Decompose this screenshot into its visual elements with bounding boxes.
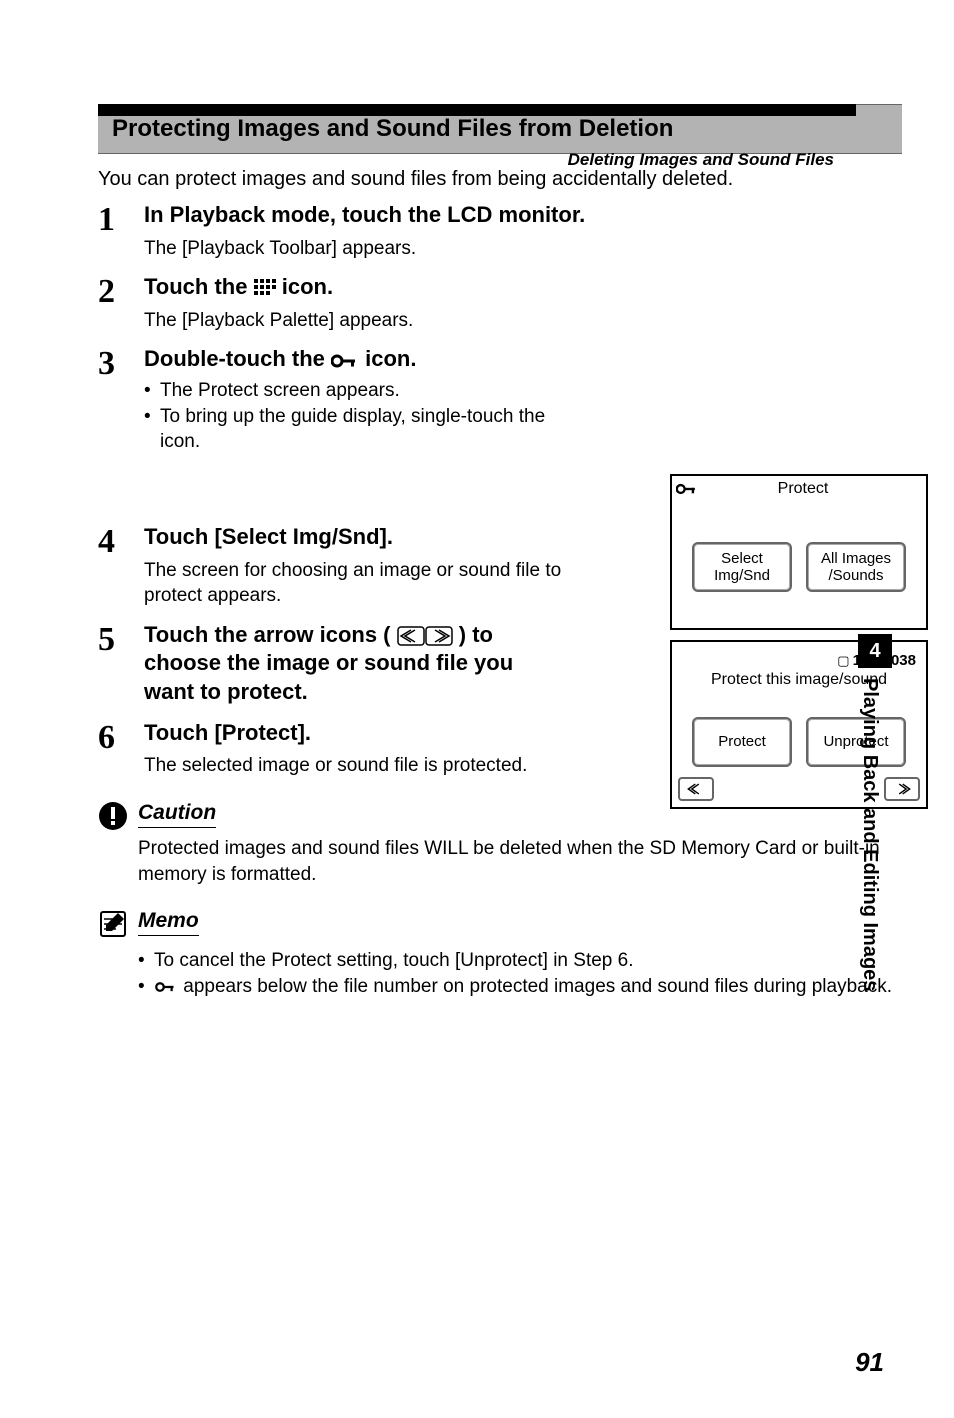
- step-number: 6: [98, 719, 144, 755]
- step-head-text: icon.: [365, 346, 416, 371]
- caution-body: Protected images and sound files WILL be…: [138, 836, 902, 887]
- breadcrumb: Deleting Images and Sound Files: [568, 150, 834, 170]
- step-head-text: icon.: [282, 274, 333, 299]
- step-number: 5: [98, 621, 144, 657]
- step-desc: The [Playback Toolbar] appears.: [144, 236, 902, 262]
- step-1: 1 In Playback mode, touch the LCD monito…: [98, 201, 902, 261]
- step-number: 4: [98, 523, 144, 559]
- select-img-snd-button[interactable]: Select Img/Snd: [692, 542, 792, 592]
- button-label: Select: [721, 550, 763, 567]
- step-bullet: The Protect screen appears.: [144, 378, 584, 404]
- arrow-right-button-icon: [425, 626, 453, 646]
- chapter-title: Playing Back and Editing Images: [858, 678, 881, 1118]
- chevron-right-double-icon: [891, 782, 913, 796]
- step-head-text: Double-touch the: [144, 346, 331, 371]
- protect-key-icon: [676, 482, 698, 496]
- memo-bullet: appears below the file number on protect…: [138, 974, 902, 1000]
- button-label: Img/Snd: [714, 567, 770, 584]
- protect-button[interactable]: Protect: [692, 717, 792, 767]
- step-head-text: Touch the: [144, 274, 254, 299]
- protect-screen-illustration: Protect Select Img/Snd All Images /Sound…: [670, 474, 928, 630]
- memo-block: Memo To cancel the Protect setting, touc…: [98, 909, 902, 999]
- arrow-left-button-icon: [397, 626, 425, 646]
- memo-bullet-text: appears below the file number on protect…: [178, 976, 892, 997]
- step-heading: Touch the arrow icons ( ) to choose the …: [144, 621, 564, 707]
- palette-grid-icon: [254, 279, 276, 297]
- chevron-left-double-icon: [685, 782, 707, 796]
- step-2: 2 Touch the icon. The [Playback Palette]…: [98, 273, 902, 333]
- step-number: 3: [98, 345, 144, 381]
- memo-bullet: To cancel the Protect setting, touch [Un…: [138, 948, 902, 974]
- screen-title: Protect: [704, 480, 922, 498]
- step-number: 2: [98, 273, 144, 309]
- step-heading: Touch the icon.: [144, 273, 902, 302]
- protect-key-icon: [154, 981, 178, 993]
- step-heading: Double-touch the icon.: [144, 345, 584, 374]
- memo-icon: [98, 909, 128, 939]
- protect-key-icon: [331, 353, 359, 369]
- button-label: /Sounds: [828, 567, 883, 584]
- step-heading: Touch [Select Img/Snd].: [144, 523, 584, 552]
- step-heading: In Playback mode, touch the LCD monitor.: [144, 201, 902, 230]
- step-3: 3 Double-touch the icon. The Protect scr…: [98, 345, 902, 455]
- step-desc: The screen for choosing an image or soun…: [144, 558, 584, 609]
- page-number: 91: [855, 1347, 884, 1378]
- step-desc: The [Playback Palette] appears.: [144, 308, 902, 334]
- chapter-side-tab: 4 Playing Back and Editing Images: [858, 634, 892, 1118]
- top-black-bar: [98, 104, 856, 116]
- chapter-number: 4: [858, 634, 892, 668]
- prev-arrow-button[interactable]: [678, 777, 714, 801]
- button-label: All Images: [821, 550, 891, 567]
- section-intro: You can protect images and sound files f…: [98, 168, 902, 191]
- button-label: Protect: [718, 733, 766, 750]
- caution-title: Caution: [138, 801, 216, 828]
- step-number: 1: [98, 201, 144, 237]
- step-bullet: To bring up the guide display, single-to…: [144, 404, 584, 455]
- illustration-area: Protect Select Img/Snd All Images /Sound…: [670, 474, 934, 819]
- step-head-text: Touch the arrow icons (: [144, 622, 391, 647]
- caution-icon: [98, 801, 128, 831]
- all-images-sounds-button[interactable]: All Images /Sounds: [806, 542, 906, 592]
- memo-title: Memo: [138, 909, 199, 936]
